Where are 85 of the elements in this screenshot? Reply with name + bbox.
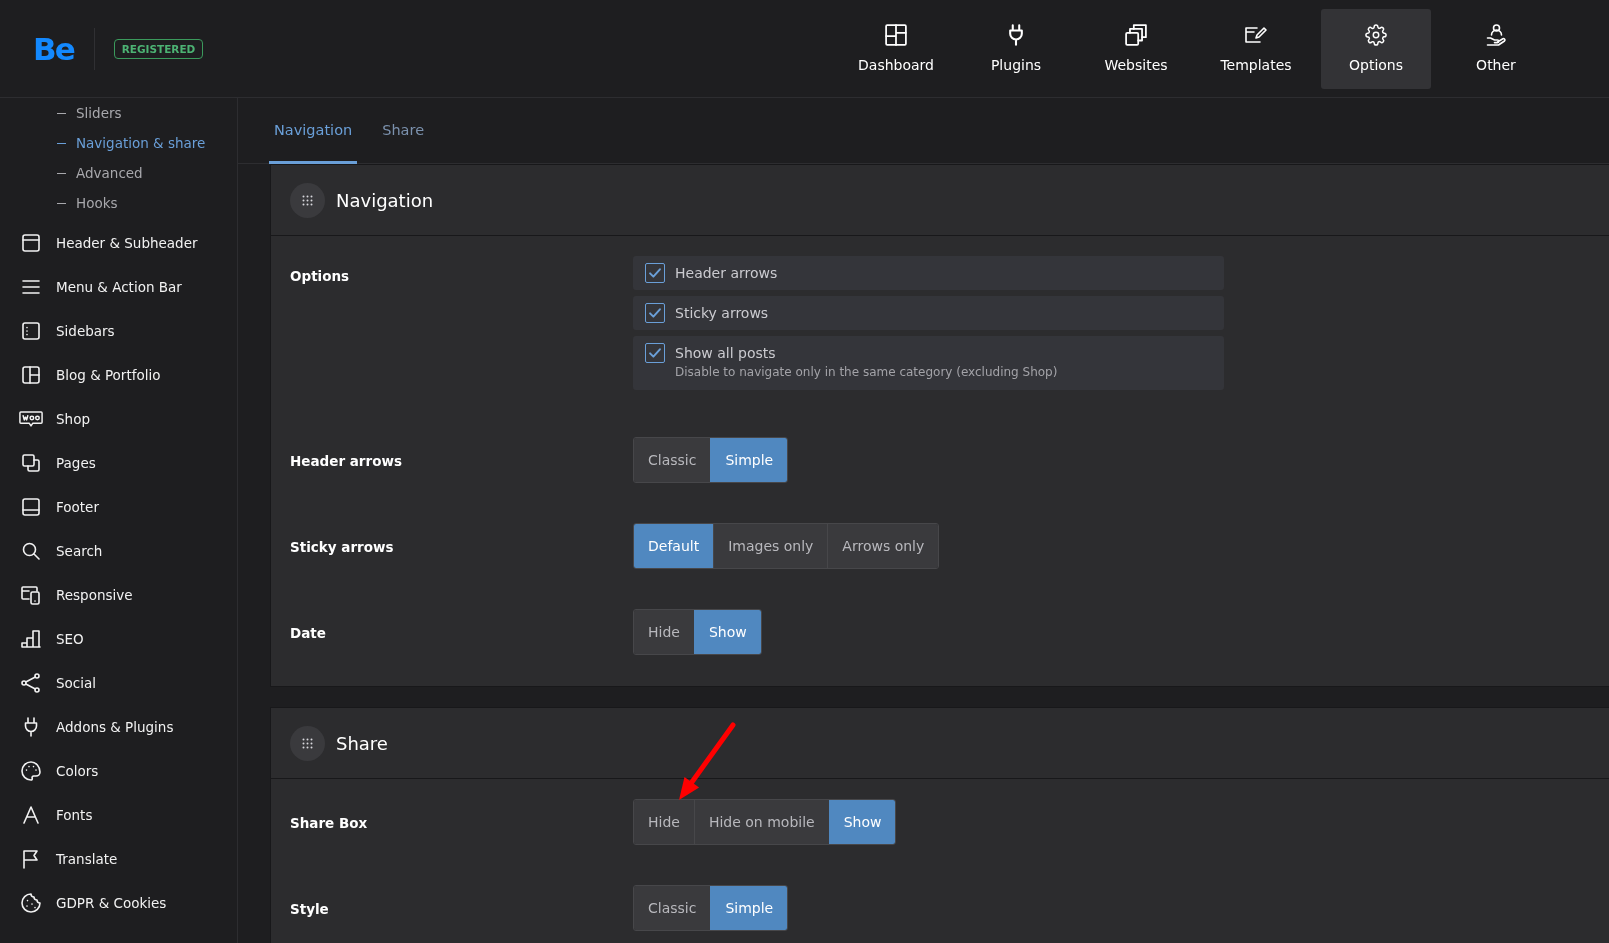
sidebar-layout-icon [21,321,41,341]
checkmark-icon [649,268,661,278]
sidebar-item[interactable]: Colors [0,749,109,793]
checkbox[interactable] [645,303,665,323]
split-layout-icon [21,365,41,385]
field-label: Share Box [290,814,368,831]
field-label: Options [290,268,350,284]
field-label: Sticky arrows [290,538,394,555]
nav-tab[interactable]: Plugins [961,8,1071,89]
logo-text[interactable]: Be [33,30,74,67]
sidebar-item[interactable]: Fonts [0,793,103,837]
sidebar-item[interactable]: GDPR & Cookies [0,881,177,925]
segment-button[interactable]: Classic [634,438,711,482]
dash-icon [57,142,66,144]
checkbox-description: Disable to navigate only in the same category (excluding Shop) [675,364,1058,381]
speech-bubble-icon [19,409,43,429]
segment-button[interactable]: Simple [710,886,788,930]
sidebar-item[interactable]: Translate [0,837,128,881]
checkbox[interactable] [645,263,665,283]
dash-icon [57,172,66,174]
person-hand-icon [1485,24,1507,46]
checkbox[interactable] [645,343,665,363]
segment-button[interactable]: Hide [634,800,694,844]
segment-button[interactable]: Hide [634,610,694,654]
sidebar-item[interactable]: Blog & Portfolio [0,353,171,397]
checkbox-label: Show all posts [675,344,777,363]
nav-tab[interactable]: Options [1321,8,1431,89]
sidebar-subitem[interactable]: Navigation & share [0,128,206,158]
field-label: Date [290,624,326,641]
menu-icon [21,277,41,297]
status-badge: REGISTERED [113,38,204,59]
two-squares-icon [21,453,41,473]
segment-button[interactable]: Hide on mobile [693,800,829,844]
sidebar-item[interactable]: Responsive [0,573,143,617]
search-icon [21,541,41,561]
nav-tab[interactable]: Other [1441,8,1551,89]
settings-icon [1365,24,1387,46]
section-title: Navigation [336,189,434,211]
checkbox-label: Sticky arrows [675,304,769,323]
dash-icon [57,202,66,204]
sidebar-item[interactable]: Shop [0,397,100,441]
bar-chart-icon [21,629,41,649]
palette-icon [21,761,41,781]
sidebar-item[interactable]: Header & Subheader [0,221,208,265]
segment-button[interactable]: Simple [710,438,788,482]
sidebar-item[interactable]: Menu & Action Bar [0,265,192,309]
font-icon [21,805,41,825]
field-label: Style [290,900,329,917]
sidebar-subitem[interactable]: Sliders [0,98,122,128]
window-bottom-bar-icon [21,497,41,517]
window-top-bar-icon [21,233,41,253]
devices-icon [21,585,41,605]
checkbox-label: Header arrows [675,264,778,283]
nav-tab[interactable]: Templates [1201,8,1311,89]
drag-handle-icon [290,182,325,218]
segment-button[interactable]: Default [634,524,714,568]
sidebar-item[interactable]: Sidebars [0,309,125,353]
layout-grid-icon [885,24,907,46]
segment-button[interactable]: Images only [713,524,828,568]
section-title: Share [336,732,388,754]
cookie-icon [21,893,41,913]
drag-handle-icon [290,725,325,761]
sidebar-item[interactable]: Addons & Plugins [0,705,184,749]
segment-button[interactable]: Arrows only [827,524,939,568]
sidebar-subitem[interactable]: Advanced [0,158,143,188]
flag-icon [21,849,41,869]
pencil-square-icon [1245,24,1267,46]
checkmark-icon [649,348,661,358]
sidebar-item[interactable]: Search [0,529,113,573]
sidebar-item[interactable]: Pages [0,441,106,485]
segment-button[interactable]: Show [693,610,761,654]
section-tab[interactable]: Share [377,98,430,164]
nav-tab[interactable]: Websites [1081,8,1191,89]
field-label: Header arrows [290,452,402,469]
checkmark-icon [649,308,661,318]
sidebar-subitem[interactable]: Hooks [0,188,118,218]
nav-tab[interactable]: Dashboard [841,8,951,89]
stacked-windows-icon [1125,24,1147,46]
sidebar-item[interactable]: SEO [0,617,94,661]
share-icon [21,673,41,693]
sidebar-item[interactable]: Social [0,661,107,705]
dash-icon [57,112,66,114]
segment-button[interactable]: Show [828,800,896,844]
segment-button[interactable]: Classic [634,886,711,930]
sidebar-item[interactable]: Footer [0,485,109,529]
